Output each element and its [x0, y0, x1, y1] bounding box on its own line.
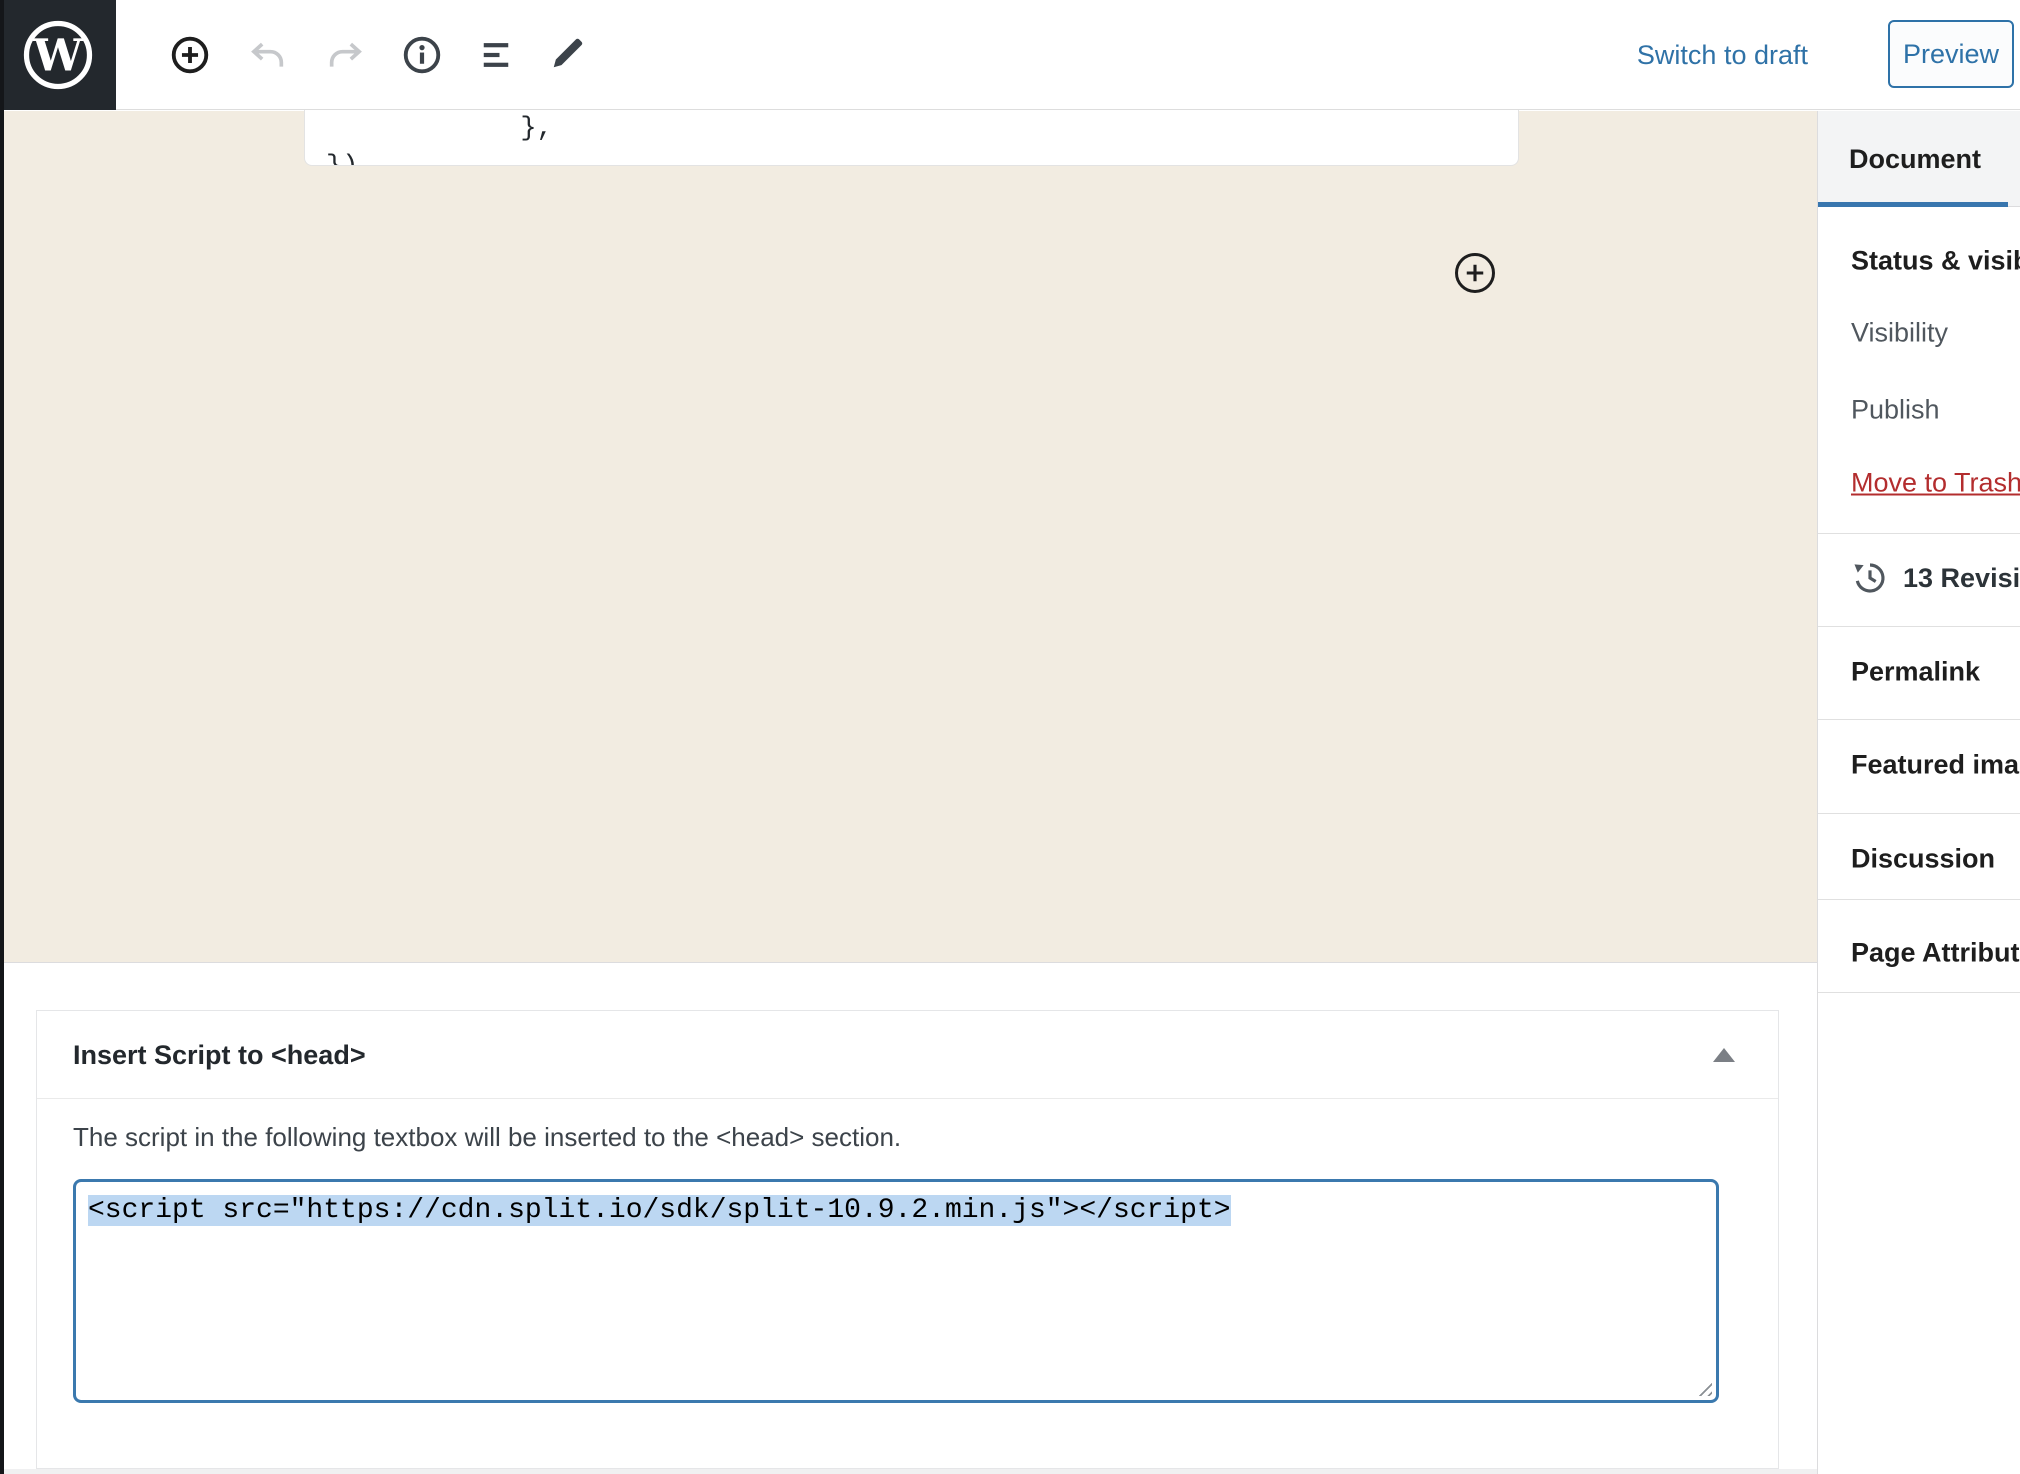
panel-divider	[1818, 719, 2020, 720]
add-block-button[interactable]	[166, 31, 214, 79]
panel-divider	[1818, 626, 2020, 627]
switch-to-draft-link[interactable]: Switch to draft	[1637, 0, 1808, 110]
wordpress-logo-button[interactable]: W	[0, 0, 116, 110]
metabox-title: Insert Script to <head>	[37, 1011, 1778, 1099]
selected-script-text: <script src="https://cdn.split.io/sdk/sp…	[88, 1195, 1231, 1226]
redo-button[interactable]	[321, 31, 369, 79]
collapse-toggle-button[interactable]	[1704, 1035, 1744, 1075]
sidebar-tabs: Document	[1818, 111, 2020, 207]
discussion-panel[interactable]: Discussion	[1851, 844, 1995, 875]
active-tab-indicator	[1818, 202, 2008, 207]
pencil-icon	[545, 34, 587, 76]
panel-divider	[1818, 813, 2020, 814]
revisions-row[interactable]: 13 Revisions	[1851, 559, 2020, 597]
document-sidebar: Document Status & visibility Visibility …	[1817, 111, 2020, 1474]
head-script-textarea[interactable]: <script src="https://cdn.split.io/sdk/sp…	[73, 1179, 1719, 1403]
panel-divider	[1818, 992, 2020, 993]
permalink-panel[interactable]: Permalink	[1851, 657, 1980, 688]
featured-image-panel[interactable]: Featured image	[1851, 750, 2020, 781]
revisions-label: 13 Revisions	[1903, 563, 2020, 594]
code-block-text: }, })	[305, 110, 1518, 166]
editor-topbar: W	[0, 0, 2020, 110]
code-line: },	[326, 114, 553, 144]
list-view-icon	[475, 34, 517, 76]
tab-document[interactable]: Document	[1818, 111, 2020, 207]
content-structure-button[interactable]	[398, 31, 446, 79]
edit-mode-button[interactable]	[542, 31, 590, 79]
editor-canvas: }, })	[4, 111, 1817, 962]
page-attributes-panel[interactable]: Page Attributes	[1851, 938, 2020, 969]
move-to-trash-link[interactable]: Move to Trash	[1851, 468, 2020, 499]
add-block-icon	[169, 34, 211, 76]
code-line: })	[326, 152, 358, 166]
insert-script-metabox: Insert Script to <head> The script in th…	[36, 1010, 1779, 1469]
undo-button[interactable]	[244, 31, 292, 79]
block-navigation-button[interactable]	[472, 31, 520, 79]
triangle-up-icon	[1713, 1048, 1735, 1062]
info-icon	[401, 34, 443, 76]
block-inserter-button[interactable]	[1455, 253, 1495, 293]
panel-divider	[1818, 899, 2020, 900]
redo-icon	[325, 35, 365, 75]
code-block[interactable]: }, })	[304, 110, 1519, 166]
metabox-body: The script in the following textbox will…	[37, 1099, 1778, 1403]
metabox-area: Insert Script to <head> The script in th…	[4, 962, 1817, 1474]
visibility-label: Visibility	[1851, 318, 1948, 349]
metabox-header: Insert Script to <head>	[37, 1011, 1778, 1099]
undo-icon	[248, 35, 288, 75]
plus-icon	[1464, 262, 1486, 284]
page-background-strip	[4, 1469, 1817, 1474]
admin-edge-strip	[0, 0, 4, 1474]
preview-button[interactable]: Preview	[1888, 20, 2014, 88]
resize-handle[interactable]	[1694, 1378, 1712, 1396]
metabox-description: The script in the following textbox will…	[73, 1122, 1778, 1153]
wordpress-logo-icon: W	[16, 13, 100, 97]
publish-label: Publish	[1851, 395, 1940, 426]
revisions-clock-icon	[1851, 559, 1889, 597]
status-visibility-title[interactable]: Status & visibility	[1851, 246, 2020, 277]
svg-text:W: W	[32, 31, 84, 82]
wordpress-block-editor: W	[0, 0, 2020, 1474]
panel-divider	[1818, 533, 2020, 534]
